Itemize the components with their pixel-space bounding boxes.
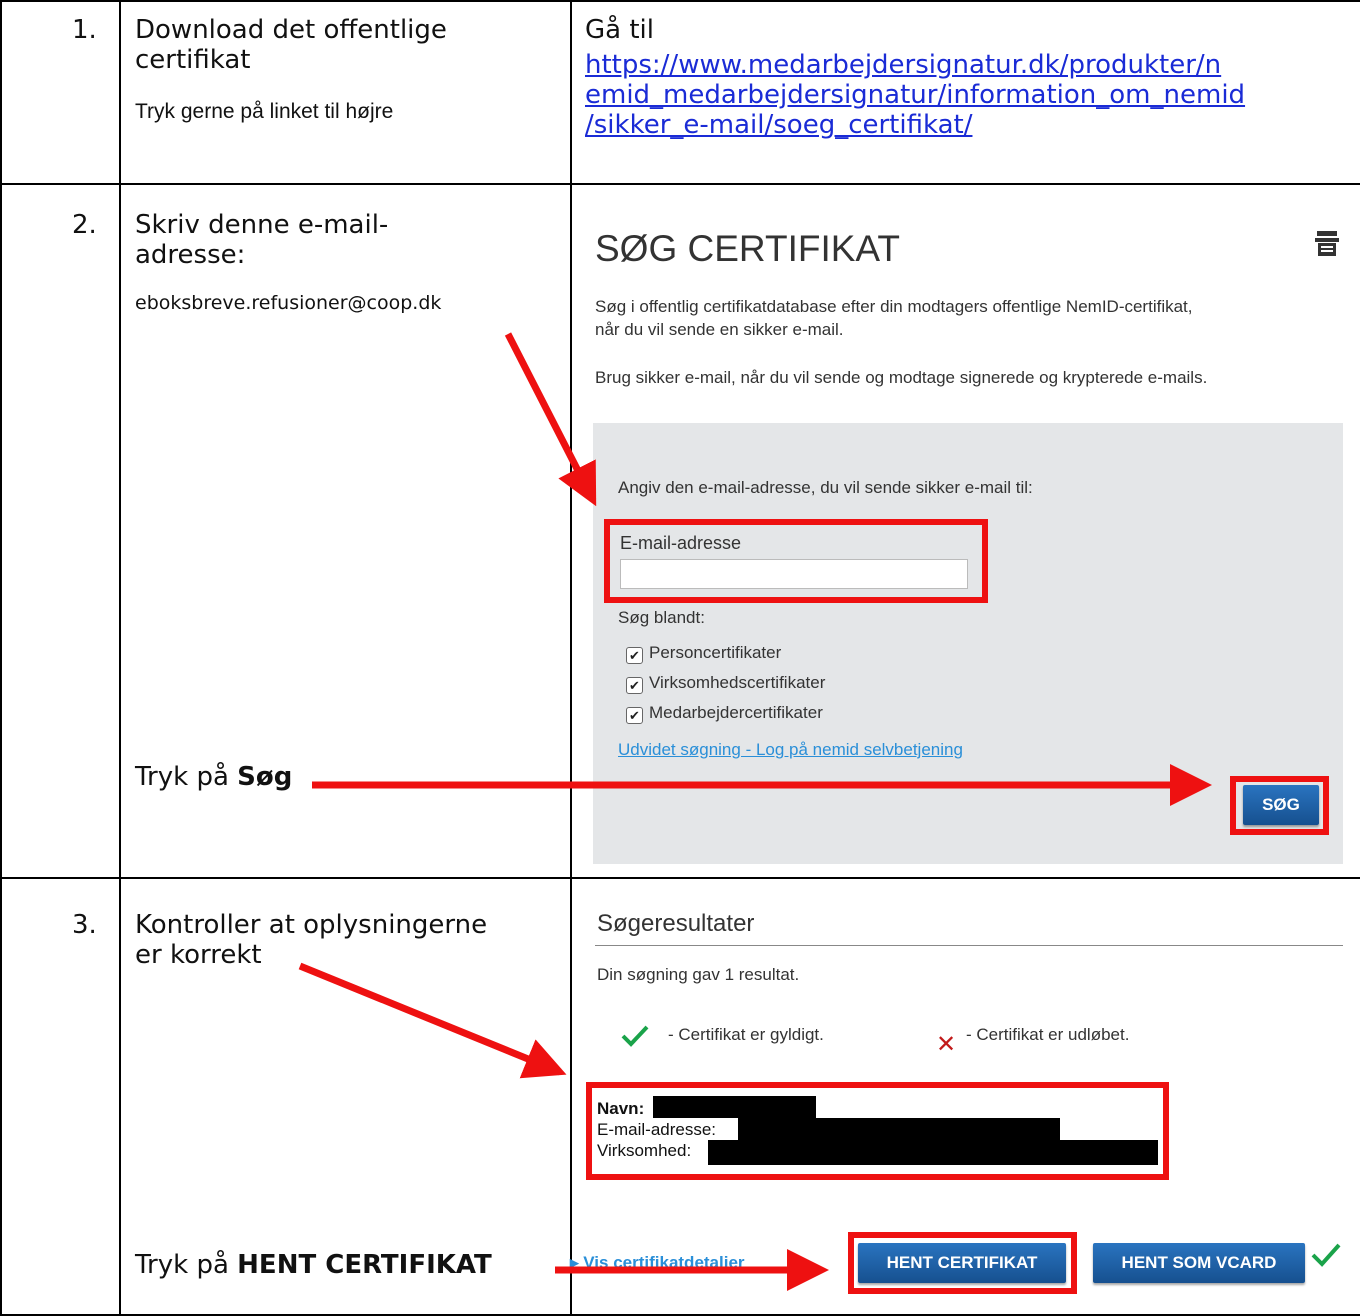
annotation-arrows [298,332,1212,1291]
arrow-email-to-field [504,332,597,507]
arrow-check-to-result [298,962,567,1079]
